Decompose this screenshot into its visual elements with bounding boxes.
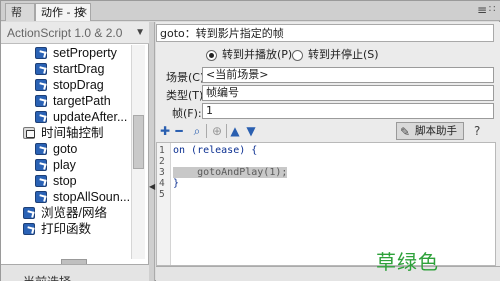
- tree-item-label: 打印函数: [41, 222, 92, 236]
- tree-item-goto[interactable]: goto: [1, 141, 131, 157]
- tree-item-startdrag[interactable]: startDrag: [1, 61, 131, 77]
- book-icon: [23, 207, 35, 219]
- tree-scrollbar[interactable]: [131, 45, 145, 259]
- actions-tree: setProperty startDrag stopDrag targetPat…: [1, 45, 131, 259]
- chevron-down-icon: ▼: [135, 27, 145, 38]
- version-label: ActionScript 1.0 & 2.0: [7, 26, 123, 40]
- actions-panel-window: 帮助 动作 - 按钮 × ≡ :: ActionScript 1.0 & 2.0…: [0, 0, 500, 281]
- frame-label: 帧(F):: [172, 107, 202, 120]
- scene-select[interactable]: <当前场景>: [202, 67, 494, 83]
- watermark-text: 草绿色: [376, 250, 439, 274]
- tree-item-label: stop: [53, 174, 77, 188]
- find-icon[interactable]: ⌕: [190, 124, 204, 138]
- action-icon: [35, 111, 47, 123]
- actionscript-version-select[interactable]: ActionScript 1.0 & 2.0 ▼: [1, 22, 149, 44]
- line-number-gutter: 1 2 3 4 5: [157, 143, 171, 265]
- tree-item-label: updateAfter...: [53, 110, 128, 124]
- script-toolbar: ✚ ━ ⌕ ⊕ ▲ ▼ ✎ 脚本助手 ?: [156, 121, 496, 141]
- close-icon[interactable]: ×: [79, 5, 88, 18]
- code-line[interactable]: on (release) {: [173, 145, 257, 156]
- book-icon: [23, 223, 35, 235]
- toolbar-separator: [206, 124, 207, 138]
- tree-item-setproperty[interactable]: setProperty: [1, 45, 131, 61]
- action-icon: [35, 159, 47, 171]
- line-number: 4: [159, 178, 165, 189]
- tree-folder-timeline-control[interactable]: 时间轴控制: [1, 125, 131, 141]
- actions-toolbox: ActionScript 1.0 & 2.0 ▼ setProperty sta…: [1, 22, 149, 281]
- grip-icon: ::: [488, 3, 497, 14]
- scrollbar-thumb[interactable]: [133, 115, 144, 169]
- current-selection-label[interactable]: 当前选择: [23, 273, 71, 281]
- collapse-strip[interactable]: ◀: [149, 22, 155, 281]
- tree-item-stopallsounds[interactable]: stopAllSoun...: [1, 189, 131, 205]
- move-up-icon[interactable]: ▲: [228, 124, 242, 138]
- tree-item-label: stopAllSoun...: [53, 190, 131, 204]
- frame-value: 1: [206, 104, 213, 117]
- line-number: 5: [159, 189, 165, 200]
- pencil-icon: ✎: [400, 125, 411, 139]
- tree-item-stopdrag[interactable]: stopDrag: [1, 77, 131, 93]
- target-path-icon[interactable]: ⊕: [210, 124, 224, 138]
- panel-menu-icon[interactable]: ≡: [477, 3, 487, 17]
- code-line-selected[interactable]: gotoAndPlay(1);: [173, 167, 288, 178]
- action-description: goto：转到影片指定的帧: [156, 24, 494, 42]
- script-pane: goto：转到影片指定的帧 转到并播放(P) 转到并停止(S) 场景(C): <…: [156, 22, 500, 281]
- scene-value: <当前场景>: [206, 68, 269, 81]
- frame-input[interactable]: 1: [202, 103, 494, 119]
- action-icon: [35, 79, 47, 91]
- toolbar-separator: [226, 124, 227, 138]
- tree-item-label: setProperty: [53, 46, 117, 60]
- tree-item-label: stopDrag: [53, 78, 104, 92]
- tree-folder-print-functions[interactable]: 打印函数: [1, 221, 131, 237]
- radio-goto-play-label[interactable]: 转到并播放(P): [222, 48, 292, 62]
- tree-item-play[interactable]: play: [1, 157, 131, 173]
- type-label: 类型(T):: [166, 89, 208, 102]
- tree-item-label: 浏览器/网络: [41, 206, 107, 220]
- tree-item-label: startDrag: [53, 62, 105, 76]
- script-assist-button[interactable]: ✎ 脚本助手: [396, 122, 464, 140]
- folder-icon: [23, 127, 35, 139]
- line-number: 1: [159, 145, 165, 156]
- action-icon: [35, 175, 47, 187]
- delete-action-icon[interactable]: ━: [172, 124, 186, 138]
- tab-bar: 帮助 动作 - 按钮 × ≡ ::: [1, 1, 500, 36]
- code-editor[interactable]: 1 2 3 4 5 on (release) { gotoAndPlay(1);…: [156, 142, 496, 266]
- help-icon[interactable]: ?: [474, 125, 486, 137]
- tree-item-label: play: [53, 158, 76, 172]
- action-icon: [35, 63, 47, 75]
- tree-folder-browser-network[interactable]: 浏览器/网络: [1, 205, 131, 221]
- action-icon: [35, 47, 47, 59]
- radio-goto-stop-label[interactable]: 转到并停止(S): [308, 48, 379, 62]
- collapse-arrow-icon[interactable]: ◀: [149, 182, 155, 191]
- tree-item-label: goto: [53, 142, 78, 156]
- line-number: 3: [159, 167, 165, 178]
- move-down-icon[interactable]: ▼: [244, 124, 258, 138]
- type-select[interactable]: 帧编号: [202, 85, 494, 101]
- radio-goto-play[interactable]: [206, 50, 217, 61]
- tree-item-targetpath[interactable]: targetPath: [1, 93, 131, 109]
- action-icon: [35, 143, 47, 155]
- action-icon: [35, 95, 47, 107]
- add-action-icon[interactable]: ✚: [158, 124, 172, 138]
- line-number: 2: [159, 156, 165, 167]
- type-value: 帧编号: [206, 86, 239, 99]
- status-strip: [156, 266, 500, 281]
- script-assist-label: 脚本助手: [415, 125, 457, 137]
- radio-goto-stop[interactable]: [292, 50, 303, 61]
- tree-item-updateafterevent[interactable]: updateAfter...: [1, 109, 131, 125]
- tab-help[interactable]: 帮助: [5, 3, 35, 36]
- code-line[interactable]: }: [173, 178, 179, 189]
- tree-item-label: targetPath: [53, 94, 111, 108]
- tree-item-label: 时间轴控制: [41, 126, 104, 140]
- action-icon: [35, 191, 47, 203]
- tree-item-stop[interactable]: stop: [1, 173, 131, 189]
